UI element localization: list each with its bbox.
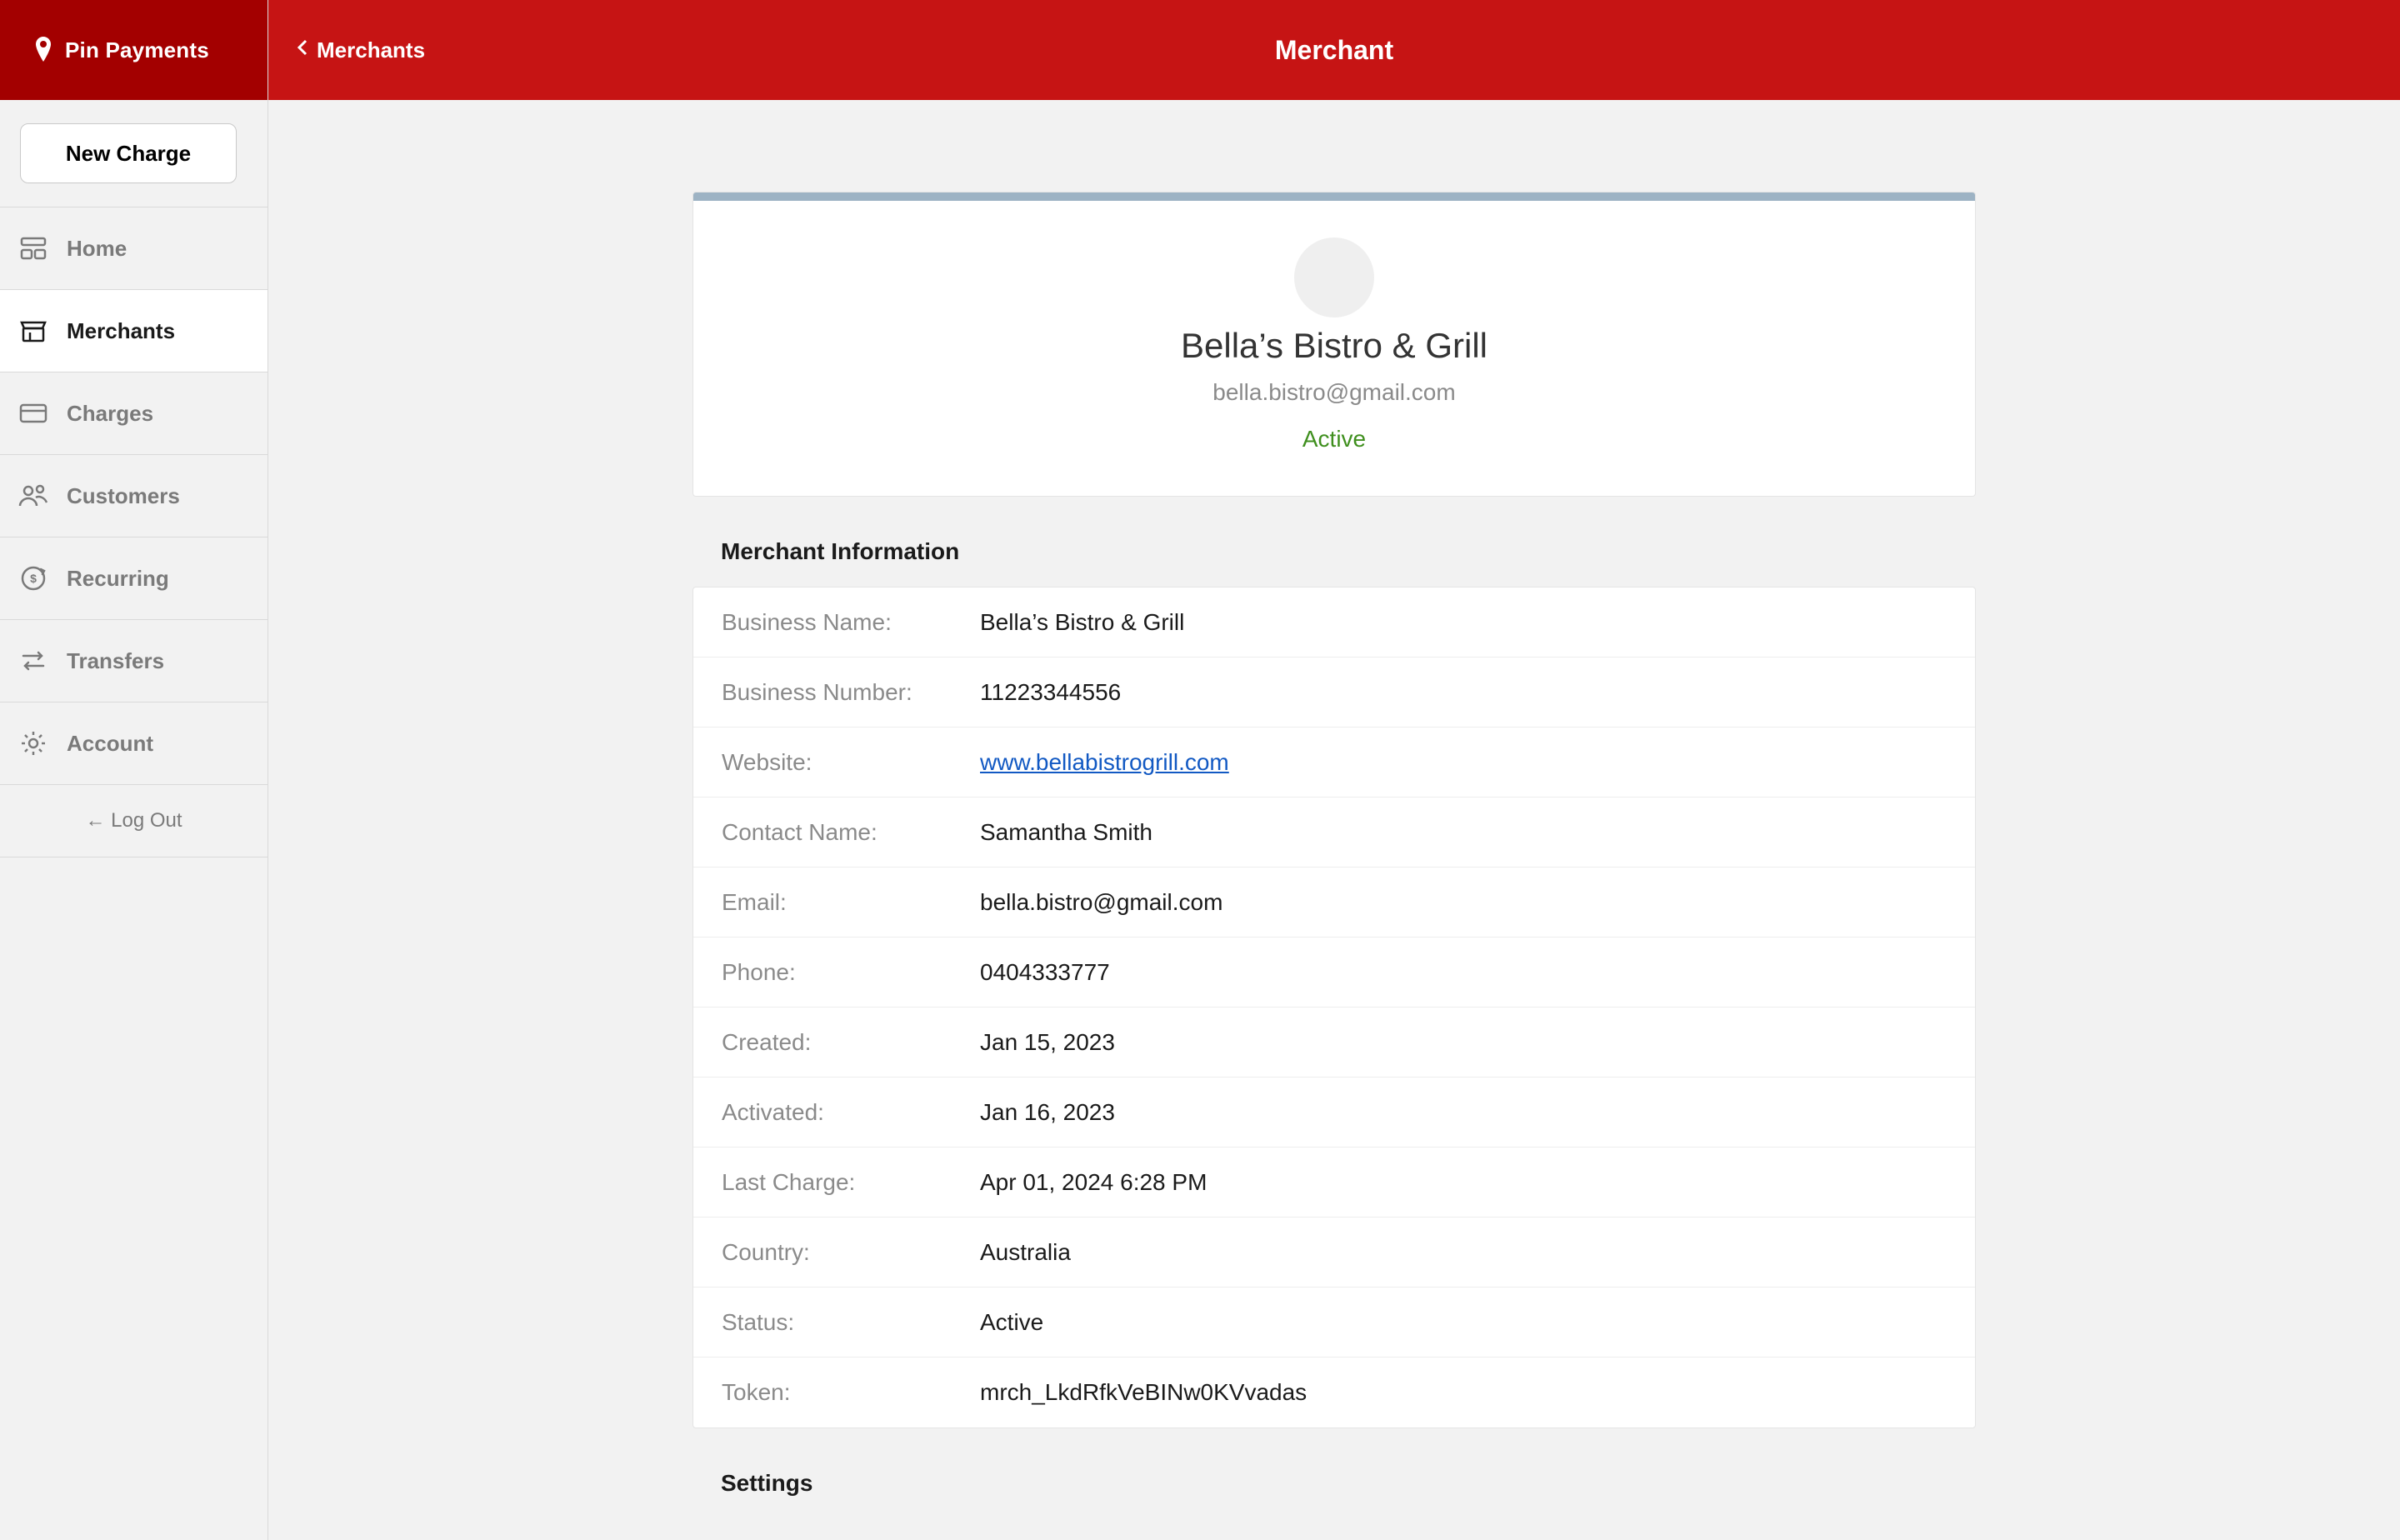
merchant-email: bella.bistro@gmail.com xyxy=(1212,379,1455,406)
sidebar-item-merchants[interactable]: Merchants xyxy=(0,289,268,372)
sidebar-item-customers[interactable]: Customers xyxy=(0,454,268,538)
info-label: Email: xyxy=(722,889,980,916)
info-value: bella.bistro@gmail.com xyxy=(980,889,1222,916)
info-label: Business Name: xyxy=(722,609,980,636)
info-value: 11223344556 xyxy=(980,679,1121,706)
info-label: Business Number: xyxy=(722,679,980,706)
info-label: Activated: xyxy=(722,1099,980,1126)
info-row: Contact Name:Samantha Smith xyxy=(693,798,1975,868)
back-button[interactable]: Merchants xyxy=(293,38,425,63)
svg-text:$: $ xyxy=(30,572,37,585)
customers-icon xyxy=(17,479,50,512)
info-value: Apr 01, 2024 6:28 PM xyxy=(980,1169,1207,1196)
info-value: mrch_LkdRfkVeBINw0KVvadas xyxy=(980,1379,1307,1406)
content-scroll[interactable]: Bella’s Bistro & Grill bella.bistro@gmai… xyxy=(268,100,2400,1540)
sidebar-item-account[interactable]: Account xyxy=(0,702,268,785)
info-row: Business Name:Bella’s Bistro & Grill xyxy=(693,588,1975,658)
info-value: Jan 15, 2023 xyxy=(980,1029,1115,1056)
info-value: Bella’s Bistro & Grill xyxy=(980,609,1184,636)
sidebar-item-label: Customers xyxy=(67,483,180,509)
info-label: Last Charge: xyxy=(722,1169,980,1196)
info-label: Token: xyxy=(722,1379,980,1406)
logout-link[interactable]: ← Log Out xyxy=(0,784,268,858)
merchant-name: Bella’s Bistro & Grill xyxy=(1181,326,1488,366)
info-value: 0404333777 xyxy=(980,959,1110,986)
section-title-info: Merchant Information xyxy=(692,497,1976,587)
info-label: Created: xyxy=(722,1029,980,1056)
info-row: Last Charge:Apr 01, 2024 6:28 PM xyxy=(693,1148,1975,1218)
sidebar-item-label: Charges xyxy=(67,401,153,427)
info-value: www.bellabistrogrill.com xyxy=(980,749,1229,776)
sidebar-item-charges[interactable]: Charges xyxy=(0,372,268,455)
info-label: Contact Name: xyxy=(722,819,980,846)
new-charge-button[interactable]: New Charge xyxy=(20,123,237,183)
info-label: Status: xyxy=(722,1309,980,1336)
info-label: Website: xyxy=(722,749,980,776)
brand-name: Pin Payments xyxy=(65,38,209,63)
info-value: Samantha Smith xyxy=(980,819,1152,846)
sidebar-item-label: Recurring xyxy=(67,566,169,592)
back-label: Merchants xyxy=(317,38,425,63)
info-row: Business Number:11223344556 xyxy=(693,658,1975,728)
sidebar-item-label: Home xyxy=(67,236,127,262)
sidebar-item-label: Account xyxy=(67,731,153,757)
info-row: Country:Australia xyxy=(693,1218,1975,1288)
topbar: Merchants Merchant xyxy=(268,0,2400,100)
info-row: Token:mrch_LkdRfkVeBINw0KVvadas xyxy=(693,1358,1975,1428)
brand-logo-icon xyxy=(33,35,53,65)
info-label: Phone: xyxy=(722,959,980,986)
sidebar-item-recurring[interactable]: $ Recurring xyxy=(0,537,268,620)
charges-icon xyxy=(17,397,50,430)
merchant-info-table: Business Name:Bella’s Bistro & GrillBusi… xyxy=(692,587,1976,1428)
website-link[interactable]: www.bellabistrogrill.com xyxy=(980,749,1229,775)
info-value: Active xyxy=(980,1309,1043,1336)
home-icon xyxy=(17,232,50,265)
sidebar-item-home[interactable]: Home xyxy=(0,207,268,290)
status-badge: Active xyxy=(1302,426,1366,452)
page-title: Merchant xyxy=(268,35,2400,66)
main: Merchants Merchant Bella’s Bistro & Gril… xyxy=(268,0,2400,1540)
info-row: Website:www.bellabistrogrill.com xyxy=(693,728,1975,798)
recurring-icon: $ xyxy=(17,562,50,595)
info-row: Phone:0404333777 xyxy=(693,938,1975,1008)
avatar xyxy=(1294,238,1374,318)
sidebar-item-label: Merchants xyxy=(67,318,175,344)
info-row: Status:Active xyxy=(693,1288,1975,1358)
new-charge-wrap: New Charge xyxy=(0,100,268,207)
transfers-icon xyxy=(17,644,50,678)
card-accent-stripe xyxy=(693,192,1975,201)
info-row: Email:bella.bistro@gmail.com xyxy=(693,868,1975,938)
section-title-settings: Settings xyxy=(692,1428,1976,1518)
account-icon xyxy=(17,727,50,760)
sidebar-nav: Home Merchants xyxy=(0,207,268,858)
info-row: Activated:Jan 16, 2023 xyxy=(693,1078,1975,1148)
sidebar-item-transfers[interactable]: Transfers xyxy=(0,619,268,702)
sidebar: Pin Payments New Charge Home xyxy=(0,0,268,1540)
info-label: Country: xyxy=(722,1239,980,1266)
info-row: Created:Jan 15, 2023 xyxy=(693,1008,1975,1078)
chevron-left-icon xyxy=(293,38,313,63)
sidebar-item-label: Transfers xyxy=(67,648,164,674)
merchant-profile-card: Bella’s Bistro & Grill bella.bistro@gmai… xyxy=(692,192,1976,497)
info-value: Australia xyxy=(980,1239,1071,1266)
brand-block: Pin Payments xyxy=(0,0,268,100)
merchants-icon xyxy=(17,314,50,348)
info-value: Jan 16, 2023 xyxy=(980,1099,1115,1126)
